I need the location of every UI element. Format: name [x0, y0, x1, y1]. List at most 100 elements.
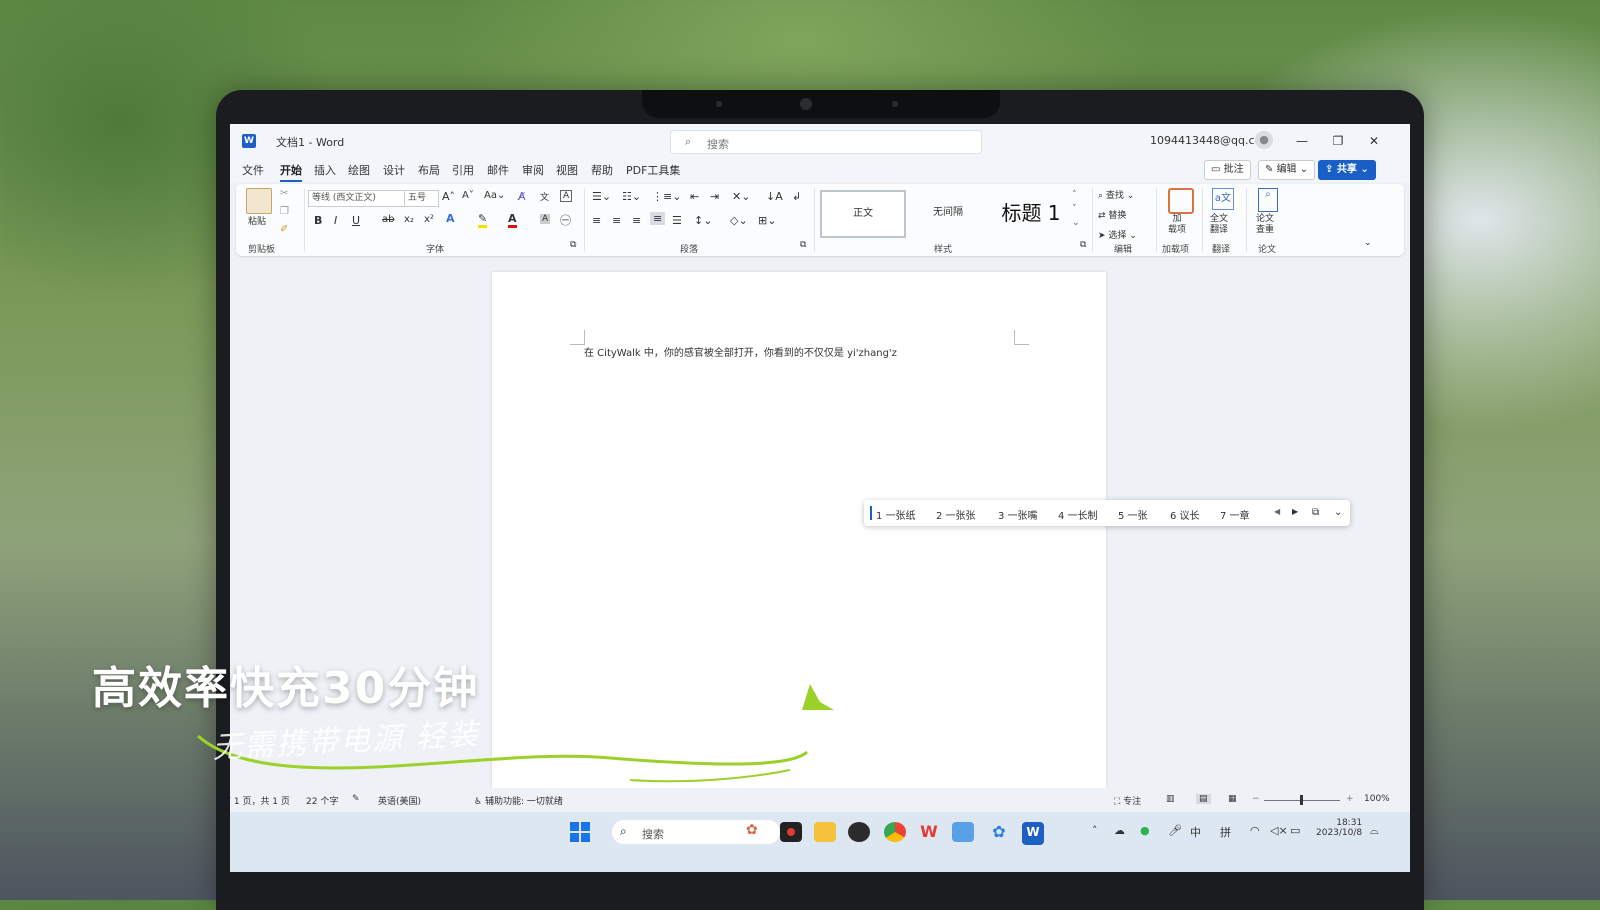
multilevel-list-icon[interactable]: ⋮≡⌄: [652, 190, 681, 203]
zoom-out-icon[interactable]: −: [1252, 794, 1260, 804]
print-layout-icon[interactable]: ▤: [1196, 794, 1211, 804]
close-button[interactable]: ✕: [1360, 130, 1388, 152]
tab-insert[interactable]: 插入: [314, 162, 336, 178]
font-size-select[interactable]: 五号: [404, 190, 439, 207]
addins-button[interactable]: 加 载项: [1168, 214, 1186, 236]
highlight-icon[interactable]: ✎: [478, 212, 488, 228]
copy-icon[interactable]: ❐: [280, 206, 289, 217]
ime-emoji-icon[interactable]: ⧉: [1312, 507, 1319, 518]
wifi-icon[interactable]: ◠: [1250, 824, 1260, 837]
notification-icon[interactable]: ⌓: [1370, 824, 1379, 838]
tab-mailings[interactable]: 邮件: [487, 162, 509, 178]
collapse-ribbon-icon[interactable]: ⌄: [1364, 238, 1372, 248]
minimize-button[interactable]: —: [1288, 130, 1316, 152]
paper-check-button[interactable]: 论文 查重: [1256, 214, 1274, 236]
tab-pdf-tools[interactable]: PDF工具集: [626, 162, 680, 178]
style-heading-1[interactable]: 标题 1: [990, 190, 1072, 236]
find-button[interactable]: ⌕ 查找 ⌄: [1098, 188, 1134, 201]
comments-button[interactable]: ▭ 批注: [1204, 160, 1251, 180]
ime-expand-icon[interactable]: ⌄: [1334, 507, 1342, 518]
account-email[interactable]: 1094413448@qq.com: [1150, 134, 1272, 147]
tab-references[interactable]: 引用: [452, 162, 474, 178]
numbering-icon[interactable]: ☷⌄: [622, 190, 641, 203]
translate-button[interactable]: 全文 翻译: [1210, 214, 1228, 236]
clock[interactable]: 18:31 2023/10/8: [1316, 818, 1362, 838]
volume-icon[interactable]: ◁×: [1270, 824, 1288, 837]
decrease-indent-icon[interactable]: ⇤: [690, 190, 699, 203]
ime-candidate[interactable]: 4 一长制: [1058, 507, 1098, 522]
line-spacing-icon[interactable]: ↕⌄: [694, 214, 712, 227]
focus-mode-button[interactable]: ⛶ 专注: [1114, 794, 1141, 807]
styles-more-icon[interactable]: ⌄: [1072, 218, 1080, 228]
editing-mode-button[interactable]: ✎ 编辑 ⌄: [1258, 160, 1316, 180]
paste-label[interactable]: 粘贴: [248, 214, 266, 227]
style-no-spacing[interactable]: 无间隔: [906, 190, 990, 236]
borders-icon[interactable]: ⊞⌄: [758, 214, 776, 227]
zoom-in-icon[interactable]: +: [1346, 794, 1354, 804]
replace-button[interactable]: ⇄ 替换: [1098, 208, 1126, 221]
read-mode-icon[interactable]: ▥: [1166, 794, 1175, 804]
notepad-icon[interactable]: [952, 822, 974, 842]
superscript-button[interactable]: x²: [424, 214, 434, 225]
obs-app-icon[interactable]: [848, 822, 870, 842]
grow-font-icon[interactable]: A˄: [442, 190, 455, 203]
ime-candidate[interactable]: 5 一张: [1118, 507, 1148, 522]
cloud-icon[interactable]: ☁: [1114, 824, 1125, 837]
shrink-font-icon[interactable]: A˅: [462, 190, 474, 201]
select-button[interactable]: ➤ 选择 ⌄: [1098, 228, 1137, 241]
style-normal[interactable]: 正文: [820, 190, 906, 238]
bold-button[interactable]: B: [314, 214, 322, 227]
align-center-icon[interactable]: ≡: [612, 214, 621, 227]
tab-view[interactable]: 视图: [556, 162, 578, 178]
text-effects-icon[interactable]: A: [446, 212, 455, 225]
underline-button[interactable]: U: [352, 214, 360, 227]
wps-icon[interactable]: W: [918, 822, 940, 842]
ime-candidate[interactable]: 1 一张纸: [876, 507, 916, 522]
zoom-slider-thumb[interactable]: [1300, 795, 1303, 805]
cut-icon[interactable]: ✂: [280, 188, 288, 199]
zoom-level[interactable]: 100%: [1364, 794, 1390, 804]
change-case-icon[interactable]: Aa⌄: [484, 190, 505, 201]
styles-dialog-launcher-icon[interactable]: ⧉: [1080, 240, 1086, 250]
microphone-icon[interactable]: 🎤︎: [1168, 824, 1182, 837]
network-app-icon[interactable]: ✿: [988, 822, 1010, 842]
format-painter-icon[interactable]: ✐: [280, 224, 288, 235]
distributed-icon[interactable]: ☰: [672, 214, 682, 227]
title-search-box[interactable]: ⌕ 搜索: [670, 130, 982, 154]
styles-scroll-up-icon[interactable]: ˄: [1072, 190, 1077, 200]
clear-format-icon[interactable]: A̸: [518, 190, 526, 203]
tab-help[interactable]: 帮助: [591, 162, 613, 178]
font-name-select[interactable]: 等线 (西文正文): [308, 190, 405, 207]
styles-scroll-down-icon[interactable]: ˅: [1072, 204, 1077, 214]
addins-icon[interactable]: [1168, 188, 1194, 214]
subscript-button[interactable]: x₂: [404, 214, 414, 225]
bullets-icon[interactable]: ☰⌄: [592, 190, 611, 203]
ime-next-page-icon[interactable]: ▶: [1292, 507, 1298, 516]
ime-pinyin-indicator[interactable]: 拼: [1220, 824, 1231, 840]
share-button[interactable]: ⇪ 共享 ⌄: [1318, 160, 1376, 180]
chinese-layout-icon[interactable]: ✕⌄: [732, 190, 750, 203]
taskbar-search[interactable]: ⌕ 搜索 ✿: [612, 820, 780, 844]
strikethrough-button[interactable]: ab: [382, 214, 394, 225]
word-taskbar-icon[interactable]: W: [1022, 822, 1044, 845]
ime-prev-page-icon[interactable]: ◀: [1274, 507, 1280, 516]
font-dialog-launcher-icon[interactable]: ⧉: [570, 240, 576, 250]
maximize-button[interactable]: ❐: [1324, 130, 1352, 152]
paragraph-dialog-launcher-icon[interactable]: ⧉: [800, 240, 806, 250]
tab-home[interactable]: 开始: [280, 162, 302, 182]
tab-file[interactable]: 文件: [242, 162, 264, 178]
align-left-icon[interactable]: ≡: [592, 214, 601, 227]
tab-layout[interactable]: 布局: [418, 162, 440, 178]
wechat-icon[interactable]: ●: [1140, 824, 1150, 837]
italic-button[interactable]: I: [334, 214, 337, 227]
document-body-text[interactable]: 在 CityWalk 中，你的感官被全部打开，你看到的不仅仅是 yi'zhang…: [584, 344, 897, 359]
ime-candidate[interactable]: 7 一章: [1220, 507, 1250, 522]
justify-icon[interactable]: ≡: [650, 212, 666, 225]
paper-check-icon[interactable]: ⌕: [1258, 188, 1278, 212]
avatar-icon[interactable]: ●: [1255, 131, 1273, 149]
ime-candidate[interactable]: 6 议长: [1170, 507, 1200, 522]
tray-overflow-icon[interactable]: ˄: [1092, 824, 1098, 837]
ime-mode-indicator[interactable]: 中: [1190, 824, 1201, 840]
enclose-char-icon[interactable]: ㊀: [560, 212, 571, 228]
tab-review[interactable]: 审阅: [522, 162, 544, 178]
